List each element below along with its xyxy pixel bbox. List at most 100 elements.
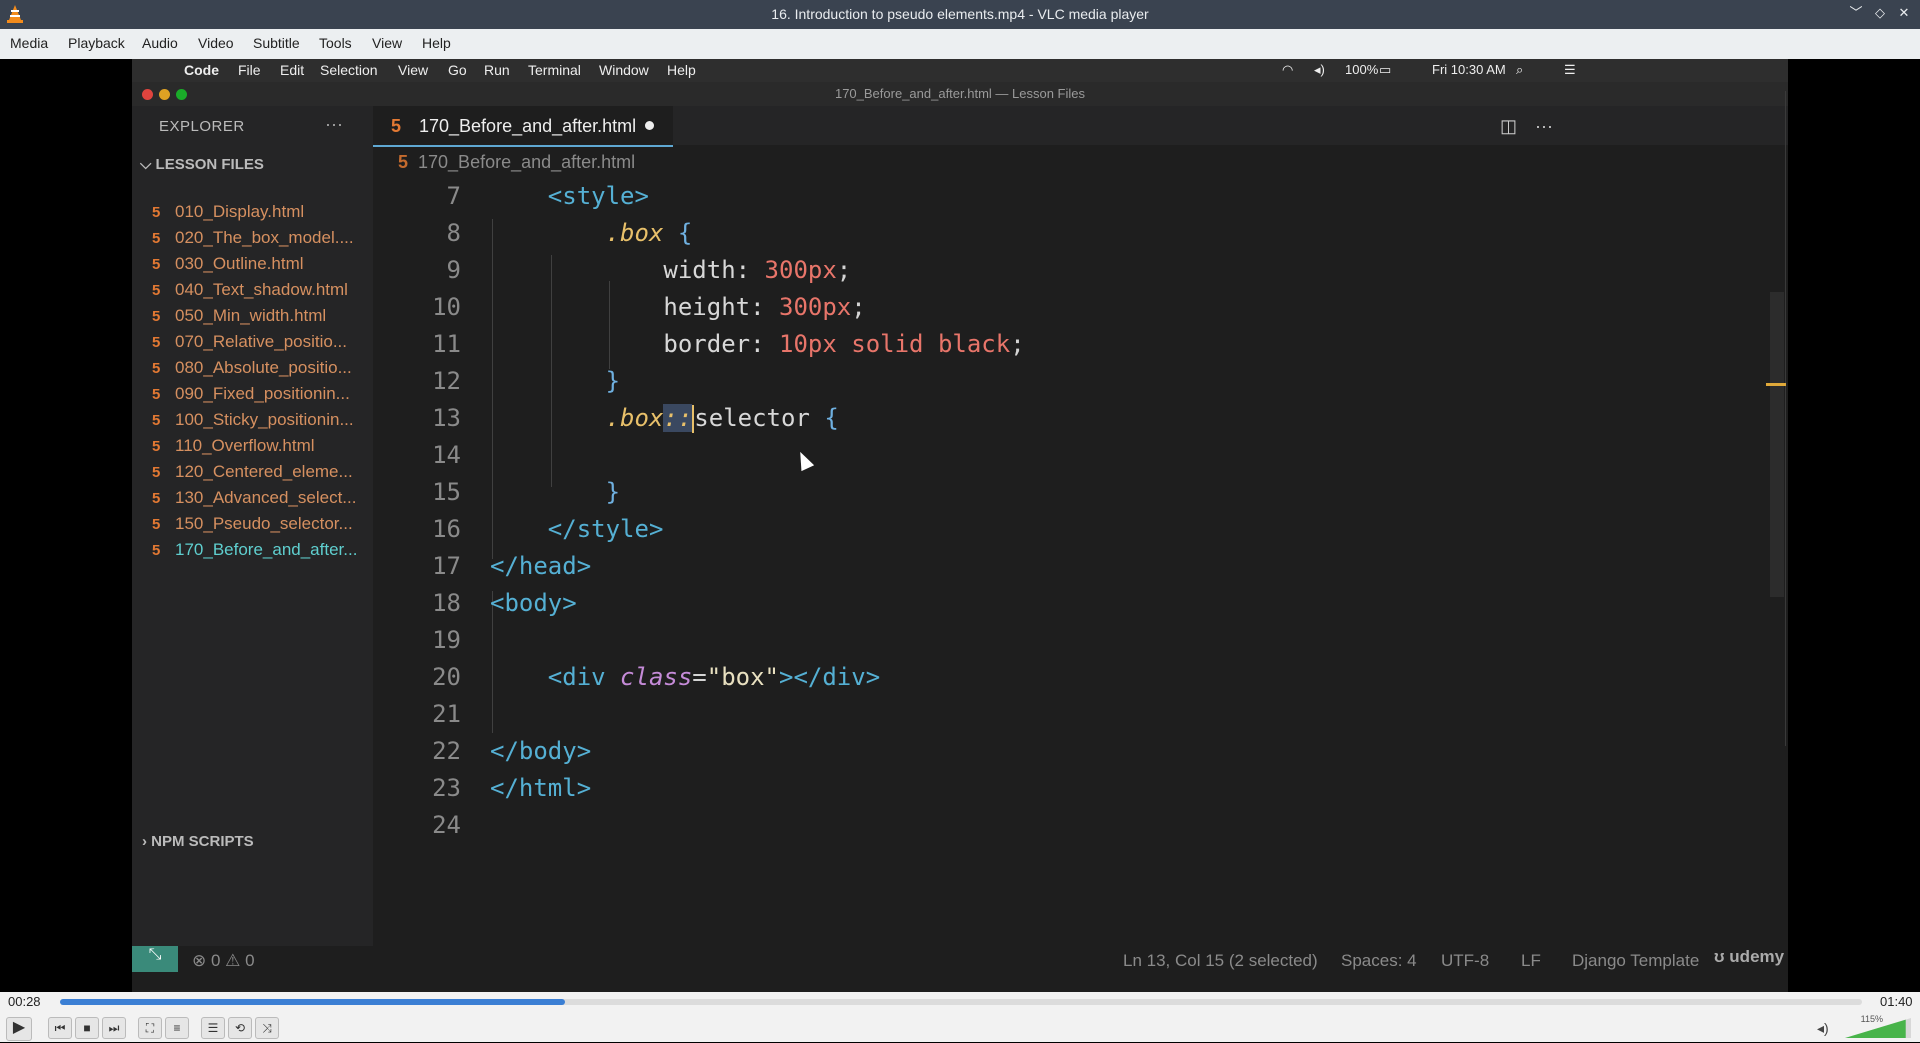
editor-tab: 5 170_Before_and_after.html — [373, 106, 673, 147]
menu-subtitle[interactable]: Subtitle — [253, 35, 300, 51]
code-editor: 7 8 9 10 11 12 13 14 15 16 17 18 19 20 2… — [373, 91, 1788, 946]
traffic-close-icon — [142, 89, 153, 100]
stop-button[interactable]: ■ — [75, 1017, 99, 1039]
code-line-17: </head> — [490, 552, 592, 580]
line-number: 22 — [432, 737, 461, 765]
loop-button[interactable]: ⟲ — [228, 1017, 252, 1039]
seek-slider[interactable] — [60, 999, 1862, 1005]
file-item: 5 040_Text_shadow.html — [152, 280, 367, 308]
line-number: 18 — [432, 589, 461, 617]
spotlight-icon: ⌕ — [1516, 62, 1524, 77]
menu-playback[interactable]: Playback — [68, 35, 125, 51]
menu-media[interactable]: Media — [10, 35, 48, 51]
minimize-icon[interactable]: ﹀ — [1848, 5, 1864, 21]
video-area[interactable]: Code File Edit Selection View Go Run Ter… — [0, 59, 1920, 992]
play-button[interactable]: ▶ — [6, 1017, 32, 1041]
previous-button[interactable]: ⏮ — [48, 1017, 72, 1039]
code-line-23: </html> — [490, 774, 592, 802]
close-icon[interactable]: ✕ — [1896, 5, 1912, 21]
html5-icon: 5 — [152, 308, 161, 325]
html5-icon: 5 — [152, 542, 161, 559]
notification-center-icon: ☰ — [1564, 62, 1576, 77]
indent-spaces: Spaces: 4 — [1341, 951, 1417, 970]
line-number: 19 — [432, 626, 461, 654]
mac-menubar: Code File Edit Selection View Go Run Ter… — [132, 59, 1788, 82]
section-label: NPM SCRIPTS — [151, 833, 254, 850]
code-line-7: <style> — [547, 182, 649, 210]
playlist-button[interactable]: ☰ — [201, 1017, 225, 1039]
problems-count: ⊗ 0 ⚠ 0 — [192, 951, 255, 970]
elapsed-time: 00:28 — [8, 994, 41, 1009]
html5-icon: 5 — [152, 204, 161, 221]
line-number: 17 — [432, 552, 461, 580]
fullscreen-icon: ⛶ — [145, 1021, 155, 1035]
menu-help[interactable]: Help — [422, 35, 451, 51]
menu-audio[interactable]: Audio — [142, 35, 178, 51]
controls-bar: ▶ ⏮ ■ ⏭ ⛶ ≡ ☰ ⟲ ⤨ ◂) 115% — [0, 1012, 1920, 1042]
html5-icon: 5 — [152, 360, 161, 377]
npm-scripts-section: › NPM SCRIPTS — [142, 833, 254, 850]
mac-menu-edit: Edit — [280, 62, 305, 78]
code-line-13: .box::selector { — [605, 404, 839, 433]
file-name: 120_Centered_eleme... — [175, 462, 353, 481]
shuffle-button[interactable]: ⤨ — [255, 1017, 279, 1039]
line-number: 24 — [432, 811, 461, 839]
split-editor-icon: ◫ — [1500, 116, 1518, 136]
next-button[interactable]: ⏭ — [102, 1017, 126, 1039]
code-line-8: .box { — [605, 219, 693, 247]
mac-menu-help: Help — [667, 62, 696, 78]
seek-progress — [60, 999, 565, 1005]
menu-video[interactable]: Video — [198, 35, 234, 51]
line-number: 8 — [446, 219, 461, 247]
file-name: 170_Before_and_after... — [175, 540, 358, 559]
mac-menu-selection: Selection — [320, 62, 378, 78]
video-frame: Code File Edit Selection View Go Run Ter… — [132, 59, 1788, 992]
mac-menu-terminal: Terminal — [528, 62, 581, 78]
line-number: 12 — [432, 367, 461, 395]
loop-icon: ⟲ — [234, 1021, 246, 1035]
battery-percent: 100% — [1345, 62, 1379, 77]
file-name: 130_Advanced_select... — [175, 488, 357, 507]
line-number: 16 — [432, 515, 461, 543]
breadcrumb-label: 170_Before_and_after.html — [418, 152, 636, 172]
html5-icon: 5 — [398, 152, 409, 172]
file-item: 5 080_Absolute_positio... — [152, 358, 367, 386]
html5-icon: 5 — [152, 230, 161, 247]
file-item: 5 030_Outline.html — [152, 254, 367, 282]
lesson-files-section: ⌵ LESSON FILES — [140, 156, 264, 173]
file-encoding: UTF-8 — [1441, 951, 1490, 970]
extended-settings-button[interactable]: ≡ — [165, 1017, 189, 1039]
code-line-10: height: 300px; — [663, 293, 866, 321]
play-icon: ▶ — [12, 1019, 26, 1036]
fullscreen-button[interactable]: ⛶ — [138, 1017, 162, 1039]
scrollbar-thumb — [1770, 292, 1784, 597]
editor-tabbar: 5 170_Before_and_after.html ◫ ··· — [373, 106, 1788, 147]
code-line-16: </style> — [547, 515, 664, 543]
maximize-icon[interactable]: ◇ — [1872, 5, 1888, 21]
battery-icon: ▭ — [1379, 62, 1392, 77]
mac-menu-code: Code — [184, 62, 219, 78]
html5-icon: 5 — [152, 438, 161, 455]
file-name: 100_Sticky_positionin... — [175, 410, 354, 429]
next-icon: ⏭ — [108, 1021, 120, 1035]
explorer-title: EXPLORER — [159, 118, 245, 135]
menu-tools[interactable]: Tools — [319, 35, 352, 51]
volume-slider[interactable]: 115% — [1845, 1014, 1911, 1038]
file-item: 5 050_Min_width.html — [152, 306, 367, 334]
more-actions-icon: ··· — [325, 114, 343, 134]
extended-settings-icon: ≡ — [173, 1021, 181, 1035]
html5-icon: 5 — [152, 282, 161, 299]
file-item: 5 020_The_box_model.... — [152, 228, 367, 256]
remote-icon: ⤡ — [132, 946, 178, 972]
previous-icon: ⏮ — [54, 1021, 66, 1035]
playlist-icon: ☰ — [207, 1021, 219, 1035]
file-name: 040_Text_shadow.html — [175, 280, 348, 299]
mac-menu-go: Go — [448, 62, 467, 78]
file-item: 5 070_Relative_positio... — [152, 332, 367, 360]
mac-menu-file: File — [238, 62, 261, 78]
menu-view[interactable]: View — [372, 35, 402, 51]
speaker-icon[interactable]: ◂) — [1817, 1020, 1829, 1037]
volume-label: 115% — [1860, 1014, 1883, 1024]
